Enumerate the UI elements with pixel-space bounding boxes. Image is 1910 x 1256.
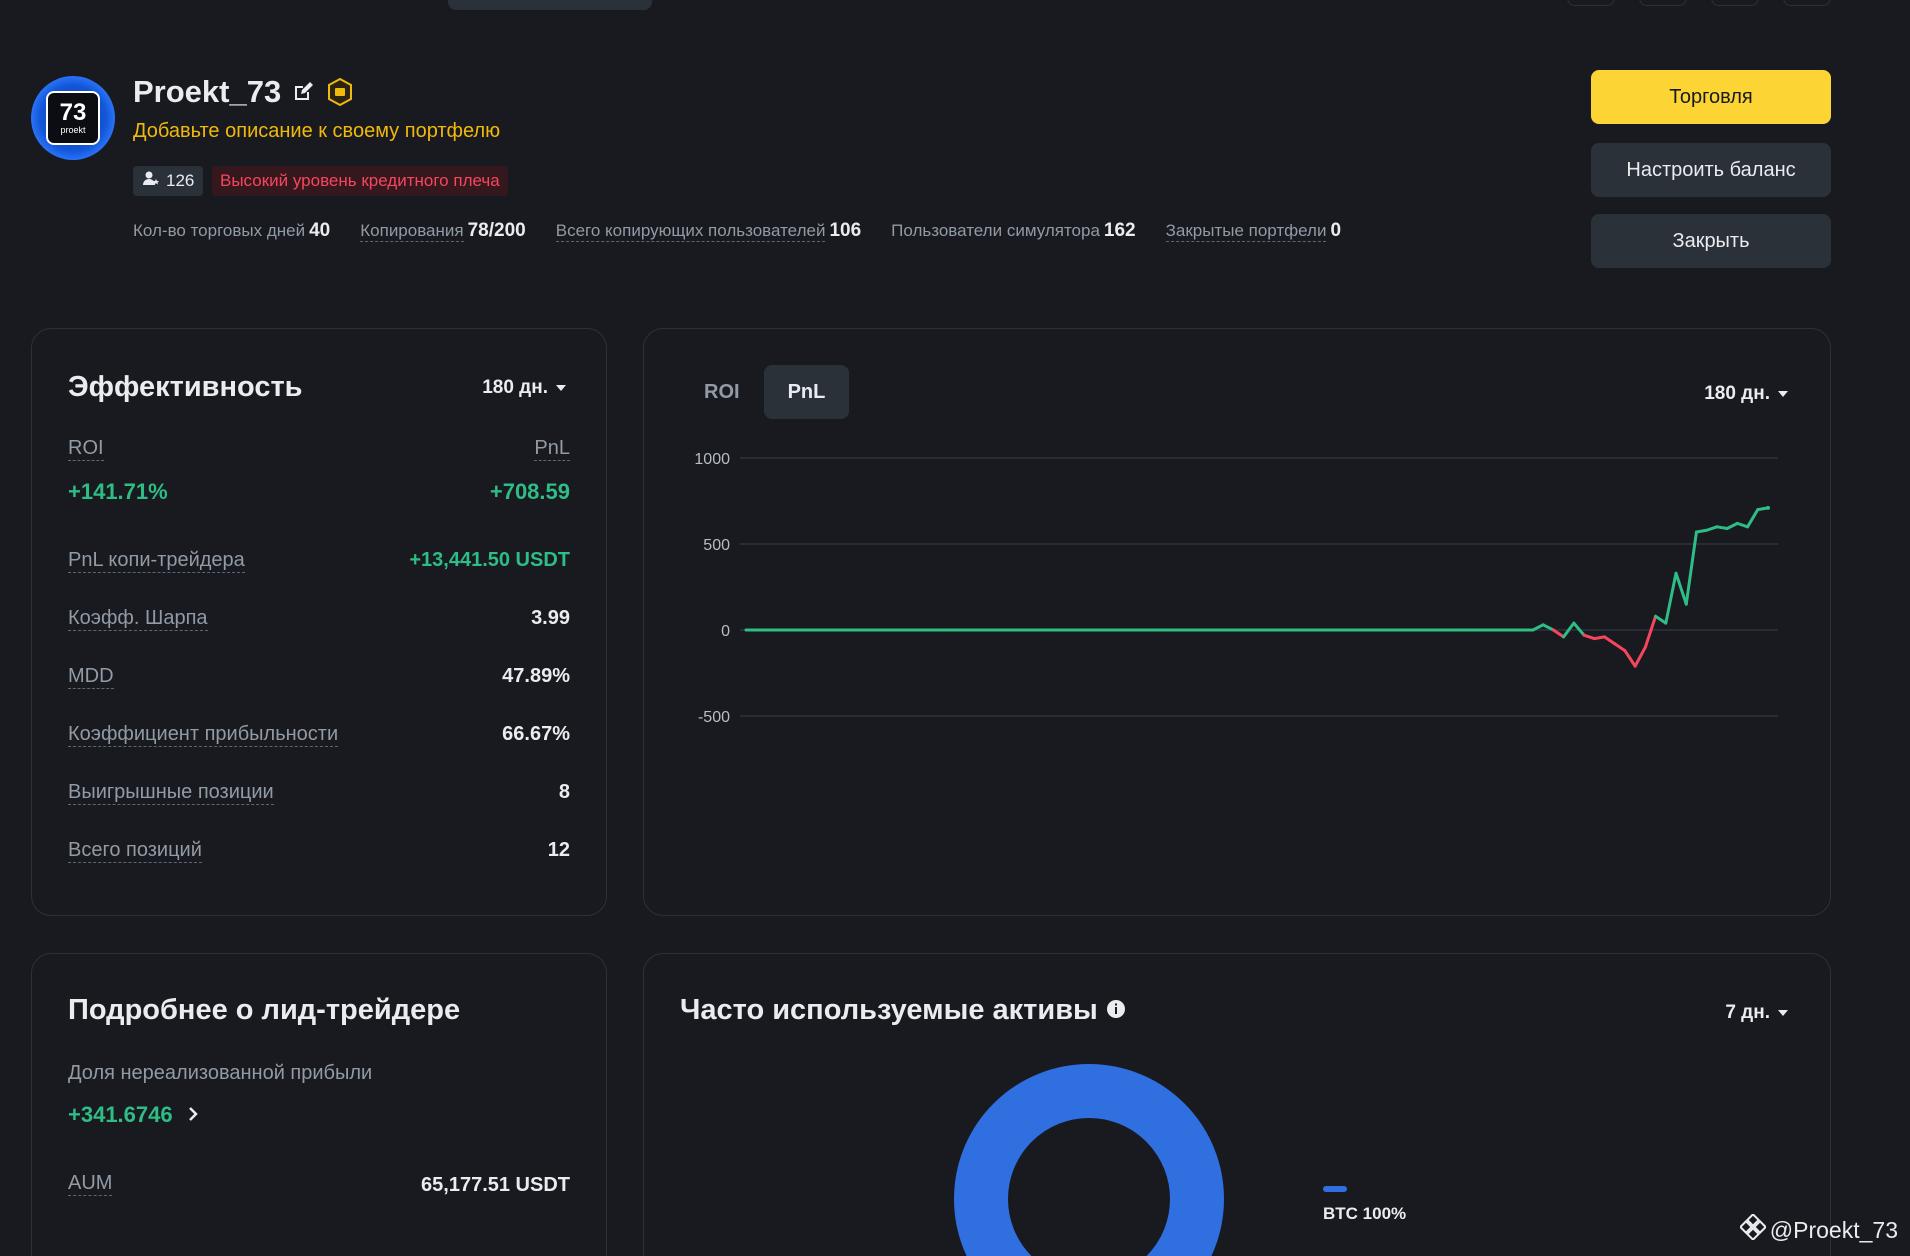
- stat-copies[interactable]: Копирования 78/200: [360, 220, 526, 242]
- y-tick-label: 1000: [694, 451, 730, 468]
- adjust-balance-button[interactable]: Настроить баланс: [1591, 143, 1831, 197]
- performance-period-label: 180 дн.: [482, 377, 548, 398]
- pnl-line-segment: [1694, 528, 1709, 534]
- pnl-line-segment: [1684, 530, 1698, 606]
- profile-name: Proekt_73: [133, 74, 282, 109]
- sharpe-label: Коэфф. Шарпа: [68, 607, 208, 631]
- stats-row: Кол-во торговых дней 40 Копирования 78/200…: [133, 220, 1341, 242]
- aum-label: AUM: [68, 1172, 113, 1196]
- total-positions-label: Всего позиций: [68, 839, 202, 863]
- sharpe-value: 3.99: [531, 607, 570, 629]
- top-tab[interactable]: [448, 0, 652, 10]
- y-tick-label: 0: [721, 623, 730, 640]
- pnl-line-segment: [1654, 614, 1668, 625]
- followers-icon: [142, 170, 160, 193]
- y-tick-label: -500: [698, 709, 730, 726]
- profit-factor-label: Коэффициент прибыльности: [68, 723, 339, 747]
- pnl-line-segment: [1623, 649, 1637, 668]
- avatar: 73 proekt: [31, 76, 115, 160]
- profit-factor-value: 66.67%: [502, 723, 570, 745]
- mdd-value: 47.89%: [502, 665, 570, 687]
- pnl-line-segment: [1633, 645, 1647, 668]
- performance-card: Эффективность 180 дн. ROI PnL +141.71% +…: [31, 328, 607, 916]
- top-icon-button[interactable]: [1783, 0, 1831, 6]
- pnl-line-segment: [1572, 621, 1586, 637]
- info-icon[interactable]: [1106, 994, 1126, 1027]
- pnl-line-segment: [1531, 623, 1545, 632]
- unrealized-profit-value: +341.6746: [68, 1102, 173, 1127]
- top-icon-button[interactable]: [1711, 0, 1759, 6]
- total-positions-value: 12: [547, 839, 570, 861]
- mdd-label: MDD: [68, 665, 114, 689]
- copy-trader-pnl-label: PnL копи-трейдера: [68, 549, 245, 573]
- unrealized-profit-label: Доля нереализованной прибыли: [68, 1062, 373, 1084]
- portfolio-description-link[interactable]: Добавьте описание к своему портфелю: [133, 120, 500, 143]
- assets-title-row: Часто используемые активы: [680, 994, 1126, 1027]
- chevron-down-icon: [556, 385, 566, 391]
- leverage-tag: Высокий уровень кредитного плеча: [212, 166, 508, 196]
- performance-title: Эффективность: [68, 371, 303, 403]
- avatar-number: 73: [59, 99, 87, 126]
- winning-positions-value: 8: [558, 781, 570, 803]
- close-button[interactable]: Закрыть: [1591, 214, 1831, 268]
- chevron-down-icon: [1778, 1010, 1788, 1016]
- pnl-line-segment: [1643, 614, 1658, 649]
- pnl-line-segment: [1613, 642, 1627, 653]
- pnl-line-segment: [1592, 635, 1606, 641]
- donut-slice-btc: [954, 1064, 1224, 1256]
- chevron-right-icon: [187, 1102, 199, 1128]
- top-icon-button[interactable]: [1567, 0, 1615, 6]
- aum-value: 65,177.51 USDT: [421, 1174, 570, 1196]
- followers-count: 126: [166, 171, 195, 190]
- pnl-line-segment: [1582, 633, 1596, 641]
- pnl-line-segment: [1705, 525, 1719, 532]
- pnl-line-chart: 1000 500 0 -500: [694, 451, 1778, 726]
- binance-logo-icon: [1738, 1212, 1767, 1246]
- pnl-chart-card: ROI PnL 180 дн. 1000 500 0 -500: [643, 328, 1831, 916]
- assets-donut-chart: [954, 1064, 1224, 1256]
- winning-positions-label: Выигрышные позиции: [68, 781, 274, 805]
- pnl-line-segment: [1541, 623, 1555, 632]
- pnl-line-segment: [1664, 571, 1678, 625]
- pnl-line-segment: [1715, 525, 1729, 531]
- trader-badge-icon: [325, 77, 355, 107]
- assets-period-label: 7 дн.: [1725, 1002, 1770, 1023]
- top-icon-button[interactable]: [1639, 0, 1687, 6]
- avatar-subtext: proekt: [60, 125, 86, 135]
- y-tick-label: 500: [703, 537, 730, 554]
- pnl-line-segment: [1746, 508, 1760, 529]
- assets-period-dropdown[interactable]: 7 дн.: [1725, 1002, 1788, 1024]
- stat-trading-days: Кол-во торговых дней 40: [133, 220, 331, 241]
- pnl-line-segment: [1735, 521, 1750, 529]
- lead-trader-card: Подробнее о лид-трейдере Доля нереализов…: [31, 953, 607, 1256]
- legend-swatch-btc: [1323, 1186, 1347, 1192]
- followers-badge: 126: [133, 166, 204, 196]
- pnl-label: PnL: [534, 437, 570, 461]
- pnl-line-segment: [1725, 521, 1739, 531]
- pnl-line-segment: [1674, 571, 1688, 606]
- legend-btc: BTC 100%: [1323, 1204, 1407, 1223]
- unrealized-profit-link[interactable]: +341.6746: [68, 1102, 199, 1128]
- pnl-line-segment: [1551, 628, 1566, 639]
- assets-title: Часто используемые активы: [680, 994, 1098, 1026]
- stat-total-copiers[interactable]: Всего копирующих пользователей 106: [555, 220, 861, 242]
- performance-period-dropdown[interactable]: 180 дн.: [482, 377, 566, 399]
- pnl-value: +708.59: [489, 479, 570, 504]
- stat-closed-portfolios[interactable]: Закрытые портфели 0: [1165, 220, 1341, 242]
- edit-icon[interactable]: [291, 80, 315, 104]
- pnl-last-point: [1766, 505, 1770, 510]
- watermark: @Proekt_73: [1738, 1212, 1898, 1246]
- watermark-handle: @Proekt_73: [1769, 1216, 1898, 1243]
- assets-card: Часто используемые активы 7 дн. BTC 100%: [643, 953, 1831, 1256]
- profile-name-row: Proekt_73: [133, 74, 355, 110]
- pnl-line-segment: [1602, 635, 1617, 646]
- stat-simulator-users: Пользователи симулятора 162: [891, 220, 1136, 241]
- roi-value: +141.71%: [68, 479, 168, 504]
- roi-label: ROI: [68, 437, 104, 461]
- trade-button[interactable]: Торговля: [1591, 70, 1831, 124]
- lead-trader-title: Подробнее о лид-трейдере: [68, 994, 461, 1026]
- copy-trader-pnl-value: +13,441.50 USDT: [409, 549, 570, 571]
